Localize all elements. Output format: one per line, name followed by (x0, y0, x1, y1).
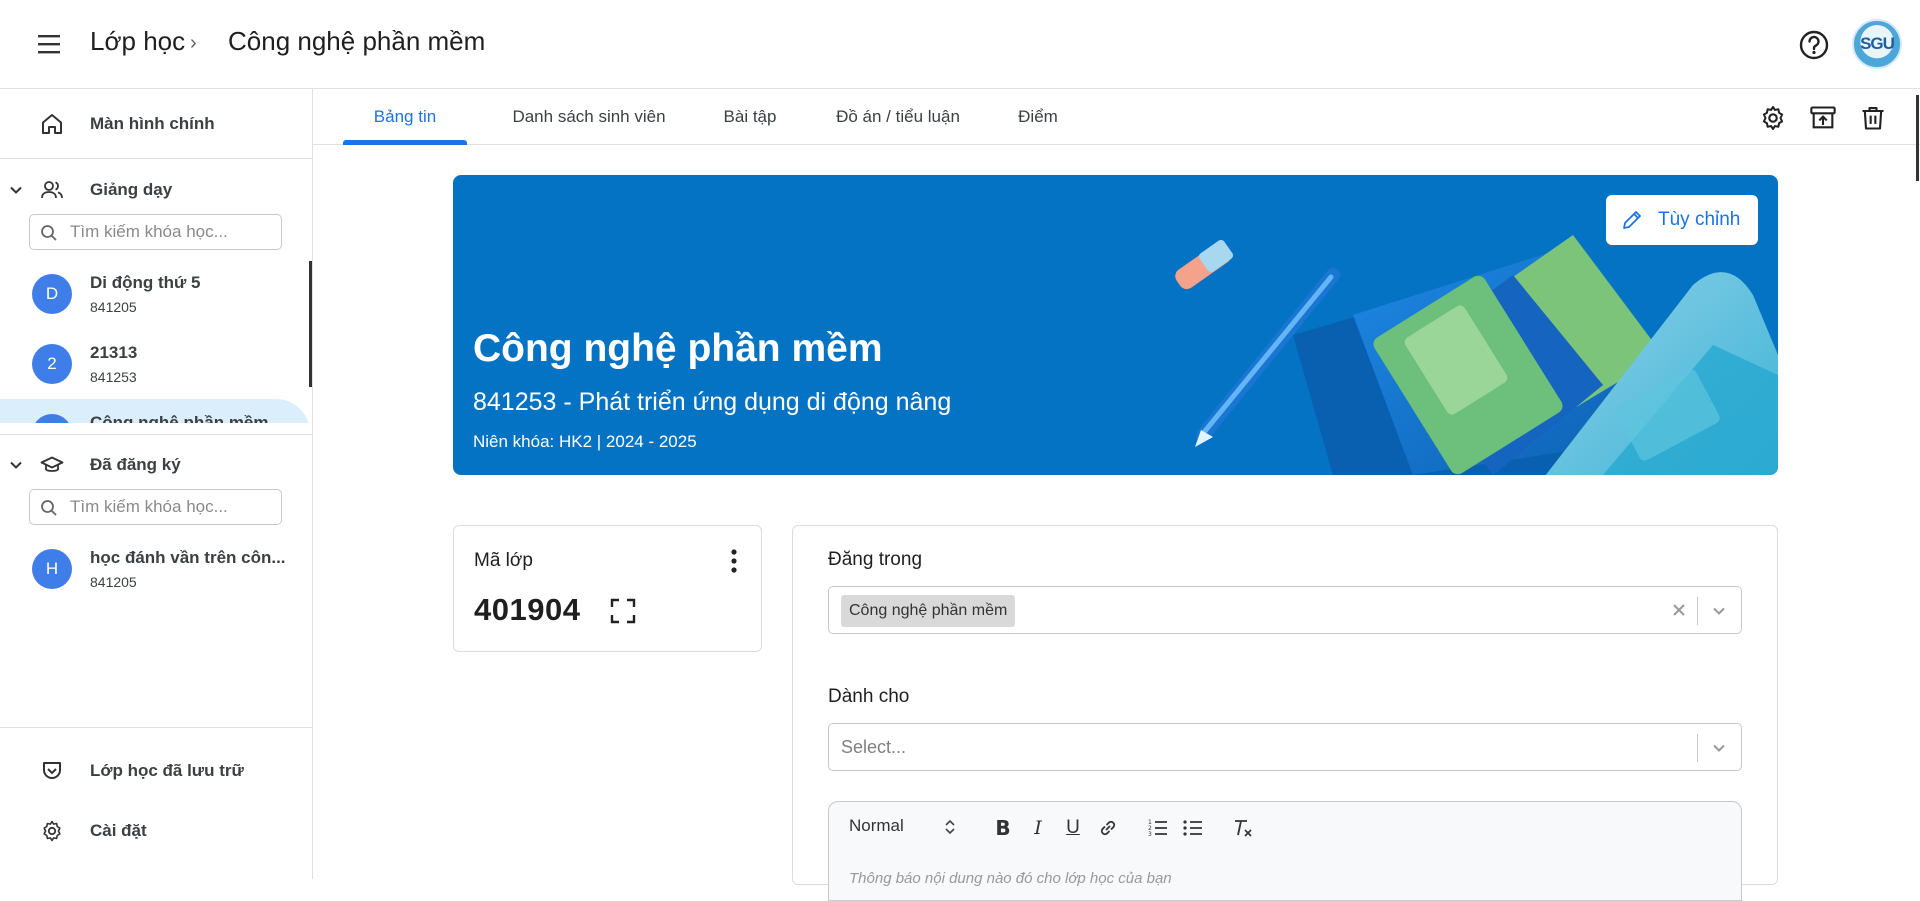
rich-text-editor: Normal B I U 123 Thông báo nội dung nào … (828, 801, 1742, 901)
sidebar-group-label: Đã đăng ký (90, 455, 181, 474)
select-separator (1697, 597, 1698, 625)
course-avatar: 2 (32, 344, 72, 384)
page-scrollbar[interactable] (1916, 95, 1919, 181)
link-icon[interactable] (1094, 814, 1122, 842)
trash-icon[interactable] (1856, 101, 1890, 135)
sidebar-group-label: Giảng dạy (90, 180, 173, 199)
underline-icon[interactable]: U (1059, 814, 1087, 842)
class-code-card: Mã lớp 401904 (453, 525, 762, 652)
post-in-label: Đăng trong (828, 549, 923, 570)
course-name: học đánh vần trên côn... (90, 548, 286, 567)
sidebar-course-item[interactable]: H học đánh vần trên côn... 841205 (0, 534, 310, 602)
breadcrumb-separator: › (190, 32, 197, 54)
breadcrumb-current-class: Công nghệ phần mềm (228, 26, 486, 56)
course-name: Công nghệ phần mềm (90, 413, 269, 423)
sidebar-item-label: Lớp học đã lưu trữ (90, 761, 244, 780)
top-app-bar: Lớp học › Công nghệ phần mềm SGU (0, 0, 1920, 89)
ordered-list-icon[interactable]: 123 (1144, 814, 1172, 842)
chevron-down-icon (10, 186, 22, 194)
enrolled-search-box (29, 489, 282, 525)
course-avatar: H (32, 549, 72, 589)
sidebar-item-label: Cài đặt (90, 821, 147, 840)
text-format-select[interactable]: Normal (849, 816, 904, 836)
class-subtitle: 841253 - Phát triển ứng dụng di động nân… (473, 388, 952, 416)
breadcrumb-classes-link[interactable]: Lớp học (90, 26, 185, 57)
tab-grades[interactable]: Điểm (1003, 89, 1073, 145)
course-name: Di động thứ 5 (90, 273, 201, 292)
fullscreen-icon[interactable] (608, 596, 638, 626)
updown-arrows-icon (945, 819, 955, 835)
avatar-text: SGU (1860, 34, 1895, 53)
tab-students[interactable]: Danh sách sinh viên (489, 89, 689, 145)
menu-icon[interactable] (34, 28, 66, 60)
svg-text:3: 3 (1148, 831, 1152, 838)
more-vert-icon[interactable] (720, 546, 748, 576)
class-title: Công nghệ phần mềm (473, 327, 883, 370)
sidebar-scrollbar[interactable] (309, 261, 312, 387)
clear-format-icon[interactable] (1229, 814, 1257, 842)
chevron-down-icon[interactable] (1709, 738, 1729, 758)
tab-news[interactable]: Bảng tin (343, 89, 467, 145)
active-tab-indicator (343, 140, 467, 145)
sidebar-course-item-active[interactable]: C Công nghệ phần mềm 841253 (0, 399, 310, 423)
sidebar-group-teaching[interactable]: Giảng dạy (0, 172, 312, 208)
sidebar-course-item[interactable]: D Di động thứ 5 841205 (0, 259, 310, 327)
search-icon (41, 225, 57, 241)
chevron-down-icon (10, 461, 22, 469)
chevron-down-icon[interactable] (1709, 601, 1729, 621)
customize-label: Tùy chỉnh (1658, 209, 1741, 230)
course-name: 21313 (90, 343, 138, 362)
class-code-title: Mã lớp (474, 550, 533, 571)
sidebar-group-enrolled[interactable]: Đã đăng ký (0, 447, 312, 483)
bullet-list-icon[interactable] (1179, 814, 1207, 842)
sidebar-item-home[interactable]: Màn hình chính (0, 89, 312, 159)
people-icon (41, 181, 63, 199)
archive-pocket-icon (43, 762, 61, 779)
audience-label: Dành cho (828, 686, 910, 707)
clear-icon[interactable] (1669, 600, 1689, 620)
tab-bar: Bảng tin Danh sách sinh viên Bài tập Đồ … (313, 89, 1920, 145)
course-code: 841205 (90, 299, 137, 315)
post-in-select[interactable]: Công nghệ phần mềm (828, 586, 1742, 634)
class-academic-year: Niên khóa: HK2 | 2024 - 2025 (473, 432, 697, 451)
gear-icon (43, 820, 61, 842)
user-avatar[interactable]: SGU (1852, 19, 1902, 69)
bold-icon[interactable]: B (989, 814, 1017, 842)
sidebar-item-settings[interactable]: Cài đặt (0, 803, 312, 859)
graduation-cap-icon (40, 456, 64, 472)
selected-class-chip: Công nghệ phần mềm (841, 595, 1016, 627)
course-avatar: D (32, 274, 72, 314)
select-separator (1697, 734, 1698, 762)
pencil-icon (1623, 211, 1641, 229)
course-code: 841205 (90, 574, 137, 590)
audience-placeholder: Select... (841, 737, 907, 757)
sidebar-course-item[interactable]: 2 21313 841253 (0, 329, 310, 397)
teaching-search-input[interactable] (70, 222, 270, 242)
sidebar-item-archived[interactable]: Lớp học đã lưu trữ (0, 743, 312, 799)
class-banner: Công nghệ phần mềm 841253 - Phát triển ứ… (453, 175, 1778, 475)
audience-select[interactable]: Select... (828, 723, 1742, 771)
banner-illustration (1175, 235, 1778, 475)
class-code-value: 401904 (474, 592, 581, 627)
post-composer-card: Đăng trong Công nghệ phần mềm Dành cho S… (792, 525, 1778, 901)
sidebar-divider (0, 434, 312, 435)
enrolled-search-input[interactable] (70, 497, 270, 517)
teaching-search-box (29, 214, 282, 250)
tab-projects[interactable]: Đồ án / tiểu luận (813, 89, 983, 145)
sidebar-item-label: Màn hình chính (90, 114, 215, 133)
tab-assignments[interactable]: Bài tập (705, 89, 795, 145)
help-icon[interactable] (1797, 28, 1831, 62)
search-icon (41, 500, 57, 516)
course-avatar: C (32, 414, 72, 423)
archive-upload-icon[interactable] (1806, 101, 1840, 135)
italic-icon[interactable]: I (1024, 814, 1052, 842)
sidebar: Màn hình chính Giảng dạy D Di động thứ 5… (0, 89, 313, 879)
home-icon (42, 114, 62, 134)
settings-icon[interactable] (1756, 101, 1790, 135)
customize-button[interactable]: Tùy chỉnh (1606, 195, 1758, 245)
course-code: 841253 (90, 369, 137, 385)
teaching-course-list: D Di động thứ 5 841205 2 21313 841253 C … (0, 259, 312, 423)
sidebar-divider (0, 727, 312, 728)
